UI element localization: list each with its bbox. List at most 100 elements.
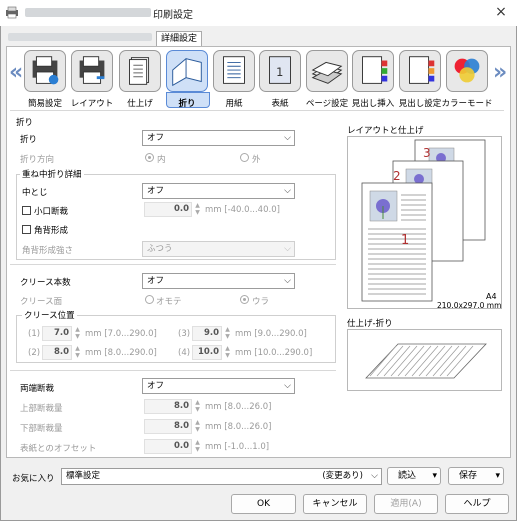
title-bar: 印刷設定 × bbox=[0, 0, 517, 26]
square-fold-label: 角背形成 bbox=[34, 226, 69, 236]
crease-count-value: オフ bbox=[147, 276, 165, 286]
crease-pos-input[interactable]: 10.0 bbox=[192, 345, 222, 360]
nav-button-fold[interactable] bbox=[166, 50, 208, 92]
crease-pos-input[interactable]: 8.0 bbox=[42, 345, 72, 360]
printer-app-icon bbox=[6, 6, 18, 19]
fold-select[interactable]: オフ ⌵ bbox=[142, 130, 295, 146]
nav-button-cover[interactable]: 1 bbox=[259, 50, 301, 92]
trim2-select[interactable]: オフ ⌵ bbox=[142, 378, 295, 394]
saddle-select[interactable]: オフ ⌵ bbox=[142, 183, 295, 199]
fold-label: 折り bbox=[20, 135, 38, 145]
trim2-row-input[interactable]: 0.0 bbox=[144, 439, 192, 454]
save-button-label: 保存 bbox=[459, 471, 478, 481]
nav-prev-arrow-icon[interactable]: « bbox=[9, 60, 23, 85]
saddle-group-title: 重ね中折り詳細 bbox=[20, 168, 84, 180]
divider bbox=[10, 264, 336, 265]
radio-fold-in[interactable] bbox=[145, 153, 154, 162]
spinner-icon[interactable]: ▲ ▼ bbox=[223, 345, 232, 360]
layout-icon bbox=[79, 56, 105, 84]
paper-size: 210.0x297.0 mm bbox=[437, 301, 502, 310]
crease-pos-id: (2) bbox=[28, 348, 41, 358]
finish-preview-label: 仕上げ-折り bbox=[347, 319, 393, 329]
trim2-row-label: 表紙とのオフセット bbox=[20, 444, 97, 454]
dropdown-arrow-icon: ▾ bbox=[432, 471, 437, 481]
trim2-row-input[interactable]: 8.0 bbox=[144, 399, 192, 414]
cancel-button[interactable]: キャンセル bbox=[303, 494, 367, 514]
fold-out-label: 外 bbox=[252, 155, 261, 165]
tab-advanced[interactable]: 詳細設定 bbox=[156, 31, 202, 47]
divider bbox=[10, 370, 336, 371]
paper-icon bbox=[223, 56, 245, 84]
nav-button-color-mode[interactable] bbox=[446, 50, 488, 92]
nav-button-finishing[interactable] bbox=[119, 50, 161, 92]
trim-input[interactable]: 0.0 bbox=[144, 202, 192, 217]
fold-direction-label: 折り方向 bbox=[20, 155, 55, 165]
favorites-select[interactable]: 標準設定 (変更あり) ⌵ bbox=[61, 468, 382, 485]
crease-count-select[interactable]: オフ ⌵ bbox=[142, 273, 295, 289]
help-button[interactable]: ヘルプ bbox=[445, 494, 509, 514]
spinner-icon[interactable]: ▲ ▼ bbox=[73, 326, 82, 341]
trim-unit: mm [-40.0...40.0] bbox=[205, 205, 280, 215]
radio-crease-back[interactable] bbox=[240, 295, 249, 304]
finishing-icon bbox=[129, 57, 150, 85]
crease-count-label: クリース本数 bbox=[20, 278, 71, 288]
tab-settings-icon bbox=[409, 56, 435, 84]
square-fold-checkbox[interactable] bbox=[22, 225, 31, 234]
nav-label-color-mode: カラーモード bbox=[441, 99, 493, 109]
square-strength-select[interactable]: ふつう ⌵ bbox=[142, 241, 295, 257]
square-strength-label: 角背形成強さ bbox=[22, 246, 74, 256]
printer-name-redacted bbox=[25, 8, 151, 17]
divider bbox=[10, 110, 504, 111]
paper-name: A4 bbox=[486, 292, 497, 301]
svg-text:1: 1 bbox=[276, 65, 283, 79]
fold-icon bbox=[172, 58, 202, 87]
nav-button-quick-setup[interactable] bbox=[24, 50, 66, 92]
spinner-icon[interactable]: ▲ ▼ bbox=[193, 439, 202, 454]
nav-button-layout[interactable] bbox=[71, 50, 113, 92]
finish-preview-box bbox=[347, 329, 502, 391]
trim2-select-value: オフ bbox=[147, 381, 165, 391]
spinner-icon[interactable]: ▲ ▼ bbox=[73, 345, 82, 360]
spinner-icon[interactable]: ▲ ▼ bbox=[193, 419, 202, 434]
saddle-select-value: オフ bbox=[147, 186, 165, 196]
ok-button[interactable]: OK bbox=[231, 494, 296, 514]
chevron-down-icon: ⌵ bbox=[284, 276, 291, 286]
radio-crease-front[interactable] bbox=[145, 295, 154, 304]
page-number-2: 2 bbox=[393, 169, 401, 183]
color-mode-icon bbox=[454, 58, 480, 83]
nav-button-page-setup[interactable] bbox=[306, 50, 348, 92]
tab-printer-name-redacted[interactable] bbox=[8, 33, 152, 41]
load-button[interactable]: 読込 ▾ bbox=[387, 467, 441, 485]
nav-button-tab-settings[interactable] bbox=[399, 50, 441, 92]
trim2-row-range: mm [8.0...26.0] bbox=[205, 422, 272, 432]
chevron-down-icon: ⌵ bbox=[371, 471, 378, 481]
layout-preview-box: 1 2 3 bbox=[347, 136, 502, 309]
apply-button[interactable]: 適用(A) bbox=[374, 494, 438, 514]
spinner-icon[interactable]: ▲ ▼ bbox=[223, 326, 232, 341]
trim-checkbox[interactable] bbox=[22, 206, 31, 215]
layout-preview-label: レイアウトと仕上げ bbox=[347, 126, 424, 136]
crease-front-label: オモテ bbox=[156, 297, 182, 307]
trim2-row-range: mm [8.0...26.0] bbox=[205, 402, 272, 412]
radio-fold-out[interactable] bbox=[240, 153, 249, 162]
crease-pos-input[interactable]: 9.0 bbox=[192, 326, 222, 341]
nav-next-arrow-icon[interactable]: » bbox=[493, 60, 507, 85]
section-fold: 折り bbox=[16, 118, 34, 128]
save-button[interactable]: 保存 ▾ bbox=[448, 467, 504, 485]
crease-pos-input[interactable]: 7.0 bbox=[42, 326, 72, 341]
fold-select-value: オフ bbox=[147, 133, 165, 143]
crease-face-label: クリース面 bbox=[20, 297, 63, 307]
trim2-row-input[interactable]: 8.0 bbox=[144, 419, 192, 434]
trim2-row-range: mm [-1.0...1.0] bbox=[205, 442, 270, 452]
crease-pos-range: mm [10.0...290.0] bbox=[235, 348, 313, 358]
crease-pos-id: (4) bbox=[178, 348, 191, 358]
trim-spinner-icon[interactable]: ▲ ▼ bbox=[193, 202, 202, 217]
chevron-down-icon: ⌵ bbox=[284, 244, 291, 254]
close-icon[interactable]: × bbox=[488, 2, 514, 22]
favorites-value: 標準設定 bbox=[66, 471, 101, 481]
nav-button-paper[interactable] bbox=[213, 50, 255, 92]
fold-in-label: 内 bbox=[157, 155, 166, 165]
spinner-icon[interactable]: ▲ ▼ bbox=[193, 399, 202, 414]
quick-setup-icon bbox=[32, 56, 59, 85]
nav-button-tab-insert[interactable] bbox=[352, 50, 394, 92]
